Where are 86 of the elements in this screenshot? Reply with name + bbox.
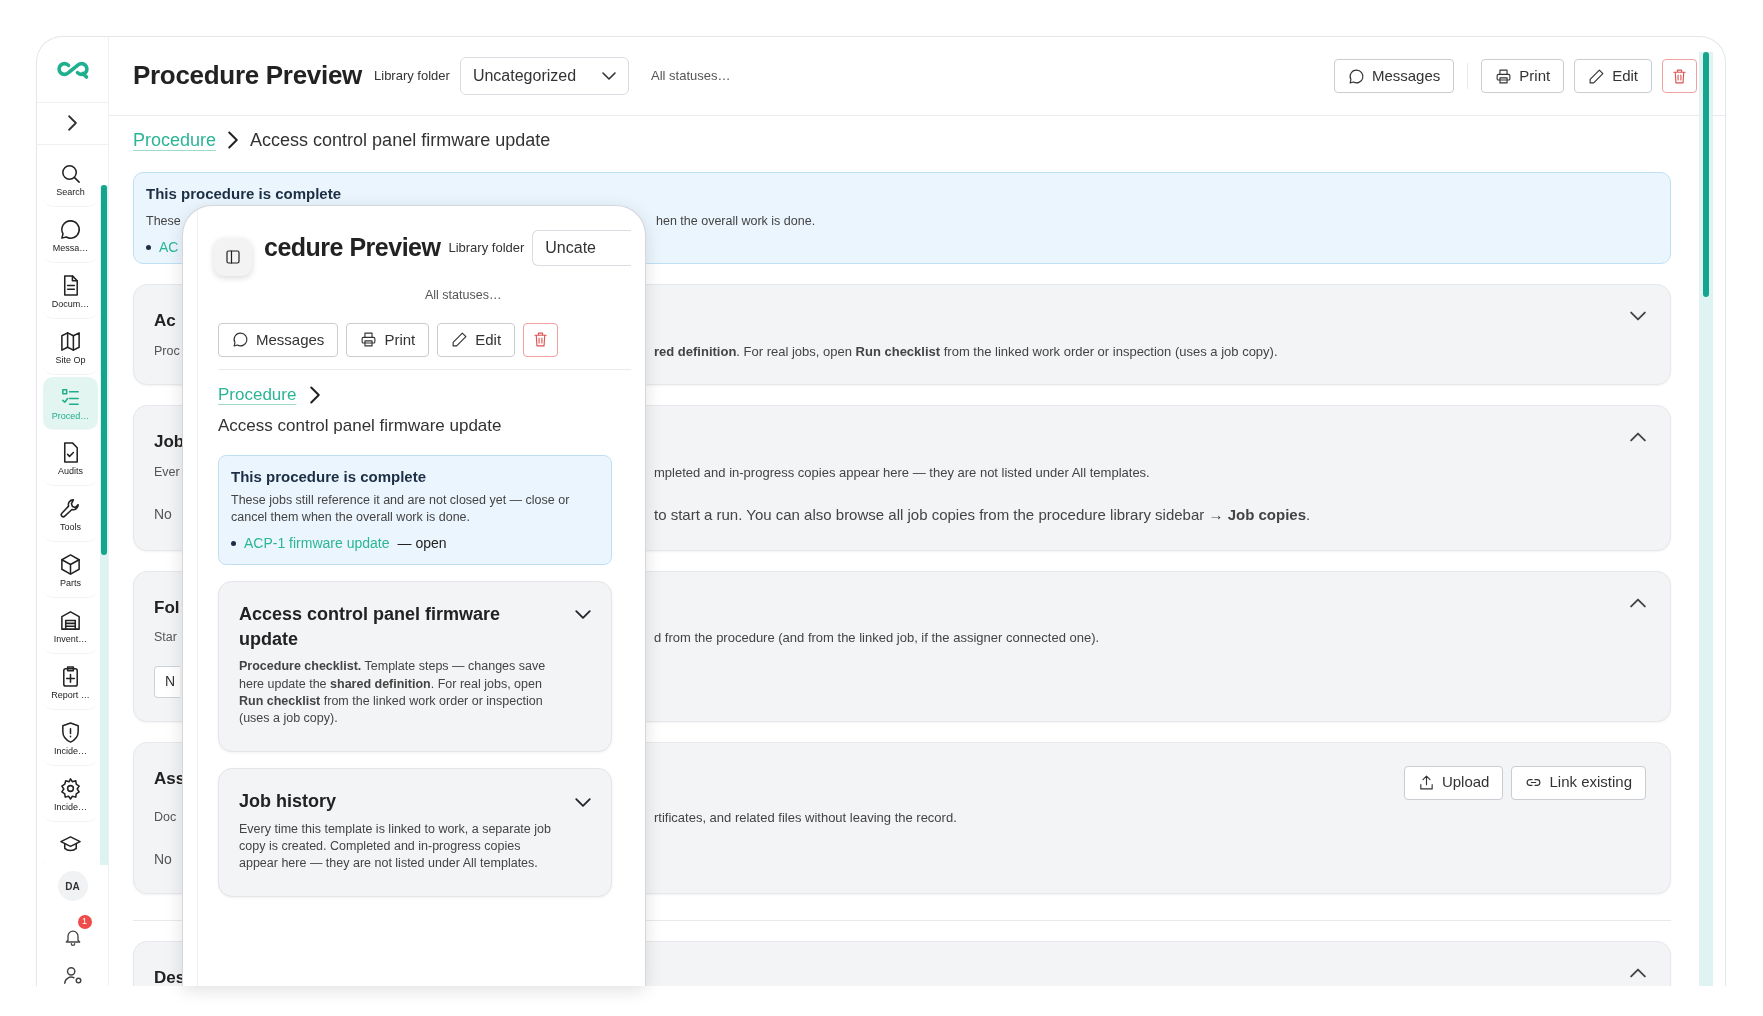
map-icon — [59, 329, 82, 353]
chevron-right-icon — [228, 131, 239, 149]
section-text: Ever — [154, 463, 180, 481]
sidebar-item[interactable]: Incide… — [43, 767, 98, 822]
chevron-right-icon — [68, 115, 77, 132]
chevron-down-icon — [602, 72, 617, 80]
alert-text: hen the overall work is done. — [656, 212, 817, 230]
notifications-button[interactable]: 1 — [62, 915, 92, 948]
panel-icon — [224, 248, 242, 266]
pencil-icon — [451, 331, 469, 349]
alert-text: These — [146, 212, 182, 230]
section-note: No — [154, 850, 172, 869]
scrollbar-thumb[interactable] — [101, 185, 107, 555]
section-title: Fol — [154, 596, 180, 619]
chat-bubble-icon — [232, 331, 249, 349]
section-text: rtificates, and related files without leaving the record. — [654, 808, 958, 827]
section-title: Ac — [154, 310, 176, 332]
edit-button[interactable]: Edit — [437, 322, 516, 357]
sidebar-item[interactable]: Incide… — [43, 711, 98, 766]
status-filter[interactable]: All statuses… — [425, 286, 631, 305]
notification-badge: 1 — [77, 915, 92, 929]
gear-icon — [59, 776, 82, 800]
sidebar-item[interactable]: Parts — [43, 544, 98, 599]
breadcrumb-current: Access control panel firmware update — [218, 415, 503, 438]
chevron-right-icon — [310, 385, 321, 404]
print-button[interactable]: Print — [1481, 59, 1565, 93]
shield-alert-icon — [59, 720, 82, 744]
scrollbar-thumb[interactable] — [1703, 52, 1709, 297]
field-label: Library folder — [374, 67, 450, 86]
section-title: Job — [154, 431, 185, 453]
user-avatar[interactable]: DA — [57, 871, 88, 901]
section-text: Procedure checklist. Template steps — changes save here update the shared definition. For real jobs, open Run checklist from the linked work order or inspection (uses a job copy). — [239, 658, 547, 728]
section-text: d from the procedure (and from the linked job, if the assigner connected one). — [654, 629, 1101, 647]
scrollbar[interactable] — [1699, 52, 1713, 986]
sidebar-item[interactable]: Invent… — [43, 600, 98, 654]
alert-text: These jobs still reference it and are not closed yet — close or cancel them when the overall work is done. — [231, 492, 571, 526]
breadcrumb-current: Access control panel firmware update — [250, 128, 551, 152]
printer-icon — [1495, 67, 1513, 85]
delete-button[interactable] — [523, 322, 559, 357]
sidebar-item[interactable]: Report … — [43, 656, 98, 710]
trash-icon — [532, 331, 550, 349]
wrench-icon — [59, 497, 82, 521]
section-note: to start a run. You can also browse all job copies from the procedure library sidebar → Job copies. — [654, 505, 1312, 525]
sidebar-item[interactable]: Messa… — [43, 208, 98, 263]
page-title: Procedure Preview — [133, 60, 362, 92]
page-title: cedure Preview — [264, 232, 441, 264]
printer-icon — [360, 331, 378, 349]
sidebar-item[interactable]: Audits — [43, 432, 98, 487]
alert-title: This procedure is complete — [146, 184, 343, 204]
sidebar-toggle-button[interactable] — [214, 238, 252, 276]
messages-button[interactable]: Messages — [1333, 59, 1455, 93]
sidebar-item[interactable]: Site Op — [43, 320, 98, 375]
pencil-icon — [1588, 67, 1606, 85]
trash-icon — [1671, 67, 1688, 85]
section-text: Doc — [154, 808, 177, 826]
link-existing-button[interactable]: Link existing — [1511, 765, 1646, 800]
input-field[interactable]: N — [154, 665, 180, 698]
job-status: — open — [397, 534, 447, 553]
section-title: Job history — [239, 790, 336, 814]
sidebar-item[interactable]: Docum… — [43, 264, 98, 319]
upload-button[interactable]: Upload — [1403, 765, 1504, 800]
print-button[interactable]: Print — [346, 322, 430, 357]
delete-button[interactable] — [1662, 59, 1697, 93]
field-label: Library folder — [448, 239, 525, 258]
messages-button[interactable]: Messages — [218, 322, 339, 357]
folder-select[interactable]: Uncate — [532, 230, 631, 266]
alert-title: This procedure is complete — [231, 466, 428, 487]
section-text: red definition. For real jobs, open Run checklist from the linked work order or inspection (uses a job copy). — [654, 342, 1279, 361]
sidebar-item[interactable]: Tools — [43, 488, 98, 543]
upload-icon — [1417, 774, 1435, 791]
chat-bubble-icon — [59, 217, 82, 241]
section-text: Every time this template is linked to work, a separate job copy is created. Completed and in-progress copies appear here — they are not listed under All templates. — [239, 820, 552, 873]
box-icon — [59, 553, 82, 577]
sidebar-item[interactable]: Search — [43, 153, 98, 207]
chat-bubble-icon — [1347, 67, 1365, 85]
warehouse-icon — [59, 609, 82, 633]
folder-select[interactable]: Uncategorized — [459, 57, 630, 95]
status-filter[interactable]: All statuses… — [651, 66, 731, 86]
section-text: mpleted and in-progress copies appear here — they are not listed under All templates. — [654, 463, 1151, 482]
section-note: No — [154, 505, 172, 524]
edit-button[interactable]: Edit — [1574, 59, 1652, 93]
section-text: Star — [154, 629, 177, 646]
section-title: Access control panel firmware update — [239, 603, 502, 652]
section-text: Proc — [154, 342, 180, 360]
search-icon — [59, 162, 82, 185]
scrollbar[interactable] — [100, 185, 108, 865]
